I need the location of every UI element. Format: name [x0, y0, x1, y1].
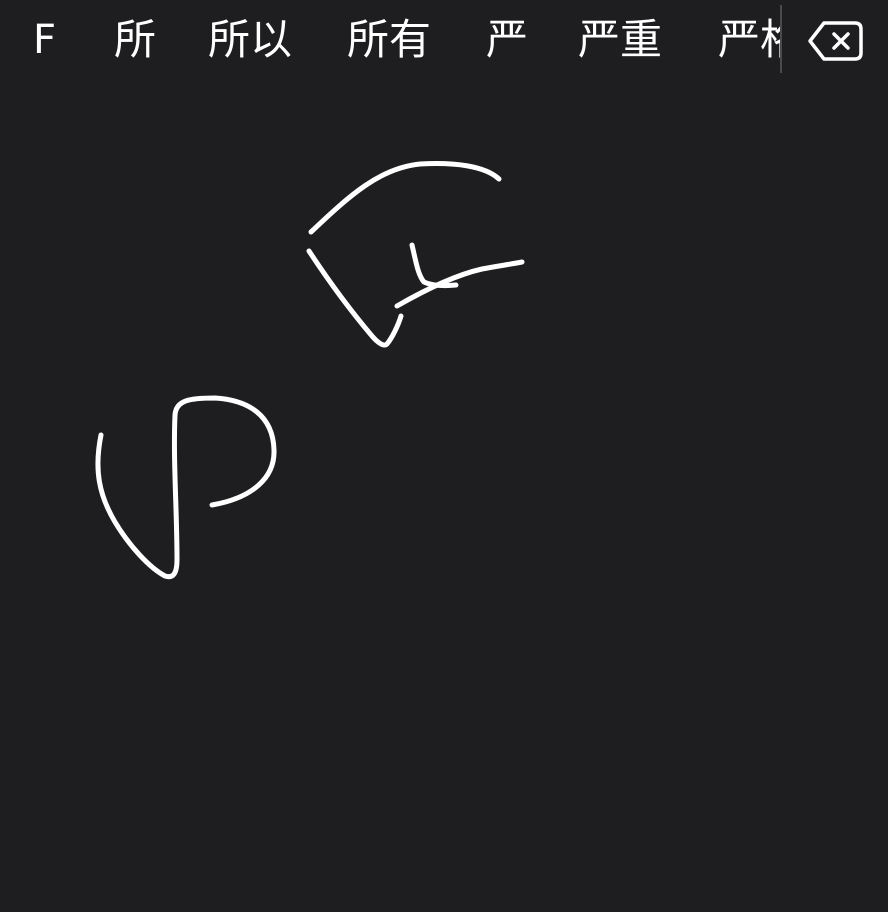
candidate-1[interactable]: 所: [114, 16, 156, 64]
candidate-divider: [780, 5, 782, 73]
candidate-2[interactable]: 所以: [208, 16, 292, 64]
handwriting-canvas[interactable]: [0, 82, 888, 912]
backspace-icon: [808, 21, 863, 61]
stroke-2: [306, 248, 404, 348]
candidate-4[interactable]: 严: [486, 16, 528, 64]
candidate-list: F 所 所以 所有 严 严重 严格: [0, 0, 781, 82]
candidate-6[interactable]: 严格: [718, 16, 781, 64]
candidate-3[interactable]: 所有: [347, 16, 431, 64]
candidate-bar: F 所 所以 所有 严 严重 严格: [0, 0, 888, 82]
candidate-5[interactable]: 严重: [578, 16, 662, 64]
stroke-1: [308, 161, 502, 235]
handwriting-strokes: [95, 161, 525, 580]
delete-button[interactable]: [806, 18, 866, 64]
candidate-0[interactable]: F: [33, 16, 56, 64]
stroke-5: [95, 395, 277, 580]
